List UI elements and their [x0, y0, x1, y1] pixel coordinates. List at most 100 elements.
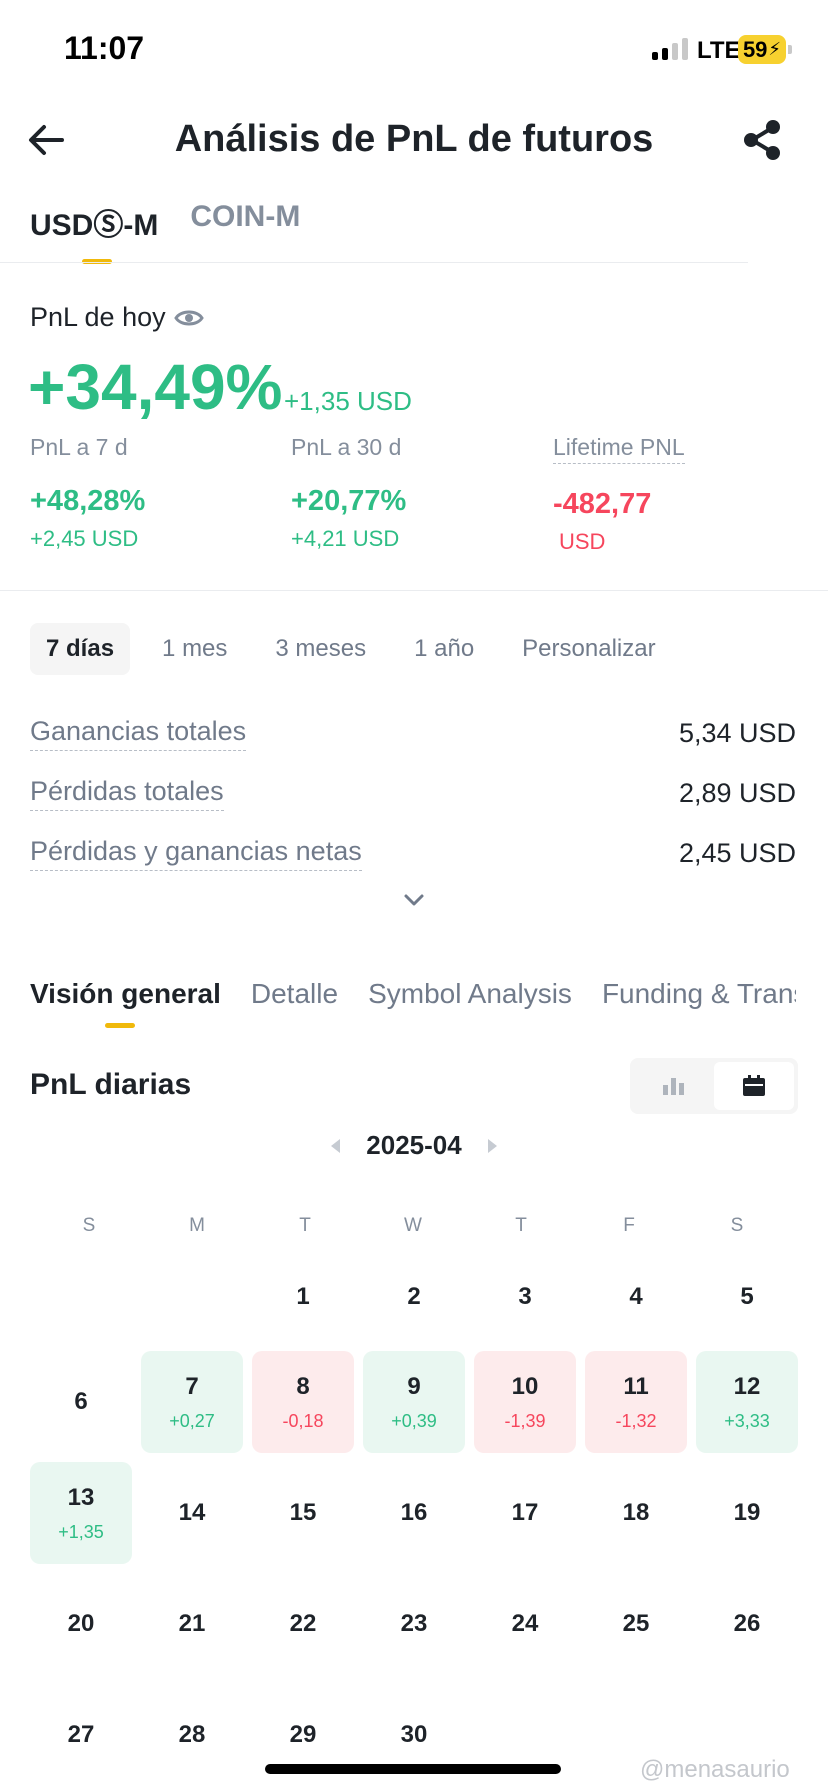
tab-detail[interactable]: Detalle — [251, 978, 338, 1028]
calendar-day[interactable]: 27 — [30, 1684, 132, 1786]
calendar-day-number: 1 — [296, 1283, 310, 1310]
calendar-day[interactable]: 13 +1,35 — [30, 1462, 132, 1564]
period-tab-3m[interactable]: 3 meses — [259, 623, 382, 675]
weekday-mon: M — [189, 1215, 205, 1236]
calendar-day-number: 2 — [407, 1283, 421, 1310]
daily-pnl-title: PnL diarias — [30, 1068, 192, 1101]
battery-icon: 59 ⚡ — [738, 35, 786, 64]
calendar-day[interactable]: 2 — [363, 1246, 465, 1348]
calendar-day-number: 7 — [185, 1372, 199, 1400]
calendar-day[interactable]: 7 +0,27 — [141, 1351, 243, 1453]
stat-label: PnL a 30 d — [291, 434, 402, 460]
tab-coin-m[interactable]: COIN-M — [190, 200, 300, 264]
calendar-day[interactable]: 10 -1,39 — [474, 1351, 576, 1453]
calendar-day-number: 6 — [74, 1388, 88, 1415]
calendar-day[interactable]: 12 +3,33 — [696, 1351, 798, 1453]
calendar-day[interactable]: 3 — [474, 1246, 576, 1348]
calendar-day[interactable]: 9 +0,39 — [363, 1351, 465, 1453]
calendar-day[interactable]: 18 — [585, 1462, 687, 1564]
period-tab-7d[interactable]: 7 días — [30, 623, 131, 675]
period-tab-1y[interactable]: 1 año — [398, 623, 490, 675]
calendar-day[interactable]: 22 — [252, 1573, 354, 1675]
calendar-day[interactable]: 14 — [141, 1462, 243, 1564]
stat-7d: PnL a 7 d +48,28% +2,45 USD — [30, 434, 145, 552]
calendar-day[interactable]: 19 — [696, 1462, 798, 1564]
today-pnl-percent: +34,49% — [28, 351, 283, 423]
calendar-icon — [743, 1075, 765, 1096]
calendar-day-number: 19 — [733, 1499, 761, 1526]
calendar-day[interactable]: 5 — [696, 1246, 798, 1348]
calendar-day[interactable]: 1 — [252, 1246, 354, 1348]
calendar-day-pnl: +0,39 — [391, 1410, 437, 1431]
weekday-sun: S — [82, 1215, 96, 1236]
tab-usds-m[interactable]: USDⓈ-M — [30, 200, 158, 264]
summary-value: 2,89 USD — [678, 778, 796, 808]
period-tab-custom[interactable]: Personalizar — [506, 623, 671, 675]
summary-row-losses: Pérdidas totales 2,89 USD — [30, 776, 796, 811]
calendar-day-number: 18 — [622, 1499, 650, 1526]
weekday-fri: F — [623, 1215, 635, 1236]
stat-label[interactable]: Lifetime PNL — [553, 434, 685, 464]
calendar-day-number: 22 — [289, 1610, 317, 1637]
page-title: Análisis de PnL de futuros — [174, 118, 654, 160]
calendar-day-number: 23 — [400, 1610, 428, 1637]
calendar-day[interactable]: 26 — [696, 1573, 798, 1675]
calendar-day-number: 28 — [178, 1721, 206, 1748]
stat-value: -482,77 — [553, 488, 652, 520]
weekday-wed: W — [404, 1215, 422, 1236]
calendar-day[interactable]: 17 — [474, 1462, 576, 1564]
bar-chart-view-button[interactable] — [634, 1062, 714, 1110]
calendar-day[interactable]: 28 — [141, 1684, 243, 1786]
summary-value: 5,34 USD — [678, 718, 796, 748]
calendar-day-pnl: -1,32 — [615, 1410, 657, 1431]
summary-value: 2,45 USD — [678, 838, 796, 868]
calendar-day-number: 3 — [518, 1283, 532, 1310]
share-icon[interactable] — [740, 118, 784, 162]
summary-label[interactable]: Pérdidas totales — [30, 776, 224, 811]
calendar-day[interactable]: 8 -0,18 — [252, 1351, 354, 1453]
calendar-day[interactable]: 16 — [363, 1462, 465, 1564]
calendar-day[interactable]: 25 — [585, 1573, 687, 1675]
calendar-day-pnl: -0,18 — [282, 1410, 324, 1431]
previous-month-icon[interactable] — [331, 1138, 341, 1153]
calendar-day[interactable]: 24 — [474, 1573, 576, 1675]
tab-funding-transactions[interactable]: Funding & Transactions — [602, 978, 796, 1028]
calendar-day-number: 4 — [629, 1283, 643, 1310]
weekday-sat: S — [730, 1215, 744, 1236]
calendar-day-number: 12 — [733, 1372, 761, 1400]
calendar-view-button[interactable] — [714, 1062, 794, 1110]
stat-sub: +2,45 USD — [30, 526, 139, 551]
calendar-day[interactable]: 4 — [585, 1246, 687, 1348]
eye-icon[interactable] — [173, 307, 204, 329]
calendar-day[interactable]: 23 — [363, 1573, 465, 1675]
calendar-day-number: 25 — [622, 1610, 650, 1637]
calendar-day-number: 11 — [623, 1372, 649, 1400]
calendar-day[interactable]: 15 — [252, 1462, 354, 1564]
today-pnl-label: PnL de hoy — [30, 302, 204, 333]
calendar-day-number: 26 — [733, 1610, 761, 1637]
charging-icon: ⚡ — [768, 39, 782, 59]
period-tab-1m[interactable]: 1 mes — [146, 623, 243, 675]
stat-sub: +4,21 USD — [291, 526, 400, 551]
calendar-day-pnl: -1,39 — [504, 1410, 546, 1431]
calendar-day[interactable]: 20 — [30, 1573, 132, 1675]
weekday-thu: T — [515, 1215, 527, 1236]
battery-level: 59 — [742, 36, 768, 62]
chevron-down-icon[interactable] — [400, 890, 428, 910]
next-month-icon[interactable] — [487, 1138, 497, 1153]
view-toggle — [630, 1058, 798, 1114]
summary-label[interactable]: Pérdidas y ganancias netas — [30, 836, 362, 871]
calendar-day[interactable]: 6 — [30, 1351, 132, 1453]
calendar-day[interactable]: 21 — [141, 1573, 243, 1675]
calendar-day-number: 8 — [296, 1372, 310, 1400]
tab-symbol-analysis[interactable]: Symbol Analysis — [368, 978, 572, 1028]
tab-overview[interactable]: Visión general — [30, 978, 221, 1028]
battery-tip — [788, 45, 792, 54]
stat-sub: USD — [559, 529, 606, 554]
calendar-day[interactable]: 11 -1,32 — [585, 1351, 687, 1453]
signal-icon — [652, 38, 688, 60]
calendar-day-pnl: +3,33 — [724, 1410, 770, 1431]
summary-label[interactable]: Ganancias totales — [30, 716, 247, 751]
status-bar: 11:07 LTE 59 ⚡ — [0, 0, 828, 100]
summary-row-gains: Ganancias totales 5,34 USD — [30, 716, 796, 751]
